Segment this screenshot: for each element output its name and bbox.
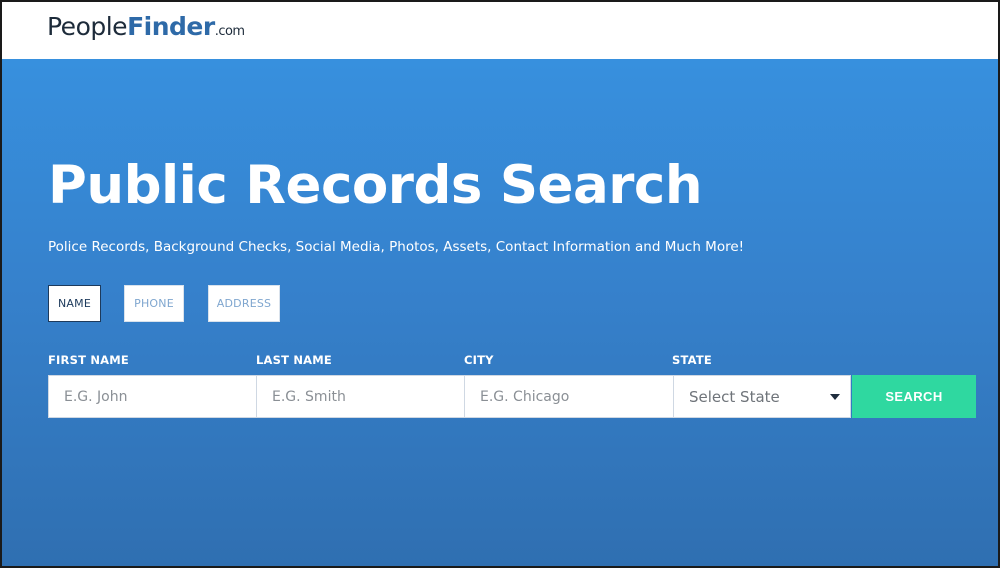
city-label: CITY [464,353,494,367]
first-name-input[interactable] [48,375,257,418]
search-button[interactable]: SEARCH [852,375,976,418]
page-subtitle: Police Records, Background Checks, Socia… [48,239,745,255]
first-name-label: FIRST NAME [48,353,129,367]
state-label: STATE [672,353,712,367]
logo-dotcom-text: .com [214,24,245,39]
page-title: Public Records Search [48,155,703,216]
logo-people-text: People [47,12,128,41]
tab-phone[interactable]: PHONE [124,285,184,322]
state-select-value: Select State [689,387,780,406]
tab-address[interactable]: ADDRESS [208,285,280,322]
page-frame: PeopleFinder.com Public Records Search P… [0,0,1000,568]
caret-down-icon [830,394,840,400]
last-name-label: LAST NAME [256,353,332,367]
state-select[interactable]: Select State [673,375,851,418]
tab-name[interactable]: NAME [48,285,101,322]
site-header: PeopleFinder.com [2,2,998,59]
last-name-input[interactable] [256,375,465,418]
logo-finder-text: Finder [127,12,215,41]
city-input[interactable] [464,375,674,418]
site-logo[interactable]: PeopleFinder.com [47,12,245,41]
hero-section: Public Records Search Police Records, Ba… [2,59,998,566]
